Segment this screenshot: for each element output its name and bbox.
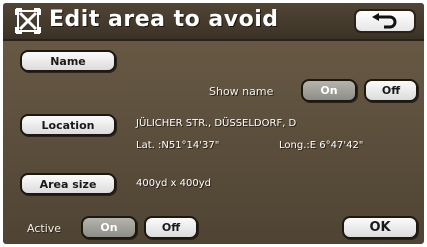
avoid-area-icon [15,8,41,34]
show-name-label: Show name [209,85,274,98]
location-latitude: Lat. :N51°14'37" [136,140,220,151]
title-bar: Edit area to avoid [3,3,424,41]
edit-area-to-avoid-screen: Edit area to avoid Name Show name On Off… [3,3,424,244]
back-arrow-icon [372,13,397,29]
area-size-button[interactable]: Area size [20,173,116,195]
show-name-off-button[interactable]: Off [364,79,418,102]
show-name-on-button[interactable]: On [301,79,357,102]
active-on-button[interactable]: On [81,216,137,239]
location-address: JÜLICHER STR., DÜSSELDORF, D [136,118,297,129]
ok-button[interactable]: OK [342,216,418,239]
back-button[interactable] [354,9,416,33]
page-title: Edit area to avoid [49,7,279,32]
area-size-value: 400yd x 400yd [136,178,211,189]
name-button[interactable]: Name [20,50,116,72]
location-button[interactable]: Location [20,114,116,136]
active-off-button[interactable]: Off [144,216,198,239]
active-label: Active [27,222,62,235]
location-longitude: Long.:E 6°47'42" [279,140,364,151]
